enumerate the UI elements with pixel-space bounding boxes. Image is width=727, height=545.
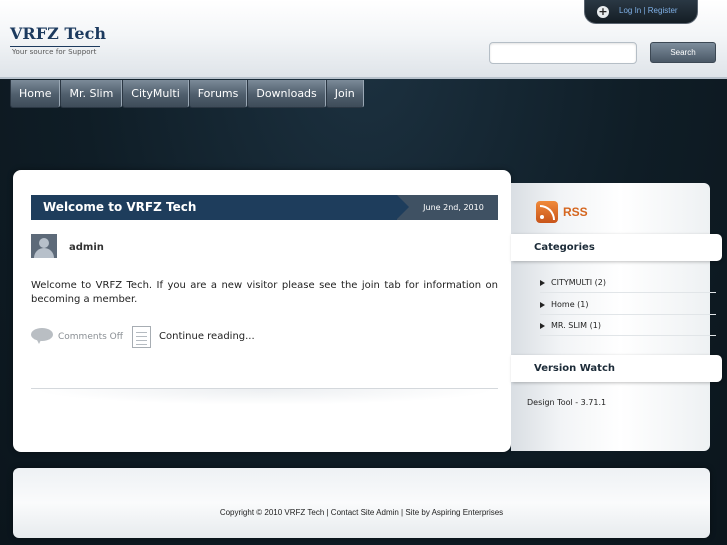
post-divider-shade <box>31 389 498 405</box>
category-item-mr-slim[interactable]: MR. SLIM (1) <box>540 316 716 336</box>
post-date: June 2nd, 2010 <box>397 195 498 220</box>
triangle-right-icon <box>540 322 545 329</box>
document-line <box>136 340 147 341</box>
version-text: Design Tool - 3.71.1 <box>527 398 607 407</box>
version-watch-heading: Version Watch <box>511 355 722 382</box>
user-avatar-icon <box>31 234 57 258</box>
post-title[interactable]: Welcome to VRFZ Tech <box>31 195 397 220</box>
category-count: (2) <box>594 278 606 287</box>
category-label: Home <box>551 300 575 309</box>
search-input[interactable] <box>489 42 637 64</box>
comments-status: Comments Off <box>58 332 123 342</box>
post-header-bar: Welcome to VRFZ Tech June 2nd, 2010 <box>31 195 498 220</box>
speech-bubble-icon <box>31 328 53 344</box>
plus-circle-icon[interactable]: + <box>597 6 609 18</box>
login-tab: + Log In | Register <box>584 0 698 24</box>
triangle-right-icon <box>540 279 545 286</box>
site-footer: Copyright © 2010 VRFZ Tech | Contact Sit… <box>13 468 710 538</box>
site-title[interactable]: VRFZ Tech <box>10 24 106 43</box>
post-body: Welcome to VRFZ Tech. If you are a new v… <box>31 280 498 305</box>
category-label: CITYMULTI <box>551 278 593 287</box>
login-register-link[interactable]: Log In | Register <box>619 6 678 15</box>
post-author: admin <box>69 242 104 253</box>
nav-item-downloads[interactable]: Downloads <box>247 80 326 108</box>
site-tagline: Your source for Support <box>12 48 97 56</box>
document-line <box>136 344 147 345</box>
nav-item-join[interactable]: Join <box>325 80 364 108</box>
nav-item-citymulti[interactable]: CityMulti <box>122 80 189 108</box>
document-line <box>136 332 147 333</box>
post-bar-arrow <box>397 195 409 219</box>
triangle-right-icon <box>540 301 545 308</box>
avatar-head <box>39 238 49 248</box>
nav-item-home[interactable]: Home <box>10 80 61 108</box>
category-count: (1) <box>589 321 601 330</box>
nav-item-mr-slim[interactable]: Mr. Slim <box>60 80 123 108</box>
main-nav: Home Mr. Slim CityMulti Forums Downloads… <box>10 80 364 108</box>
document-line <box>136 336 147 337</box>
footer-copyright: Copyright © 2010 VRFZ Tech | Contact Sit… <box>219 508 504 517</box>
category-count: (1) <box>577 300 589 309</box>
avatar-body <box>34 248 54 258</box>
search-button[interactable]: Search <box>650 42 716 63</box>
continue-reading-link[interactable]: Continue reading... <box>159 331 255 342</box>
nav-item-forums[interactable]: Forums <box>188 80 248 108</box>
site-header: VRFZ Tech Your source for Support + Log … <box>0 0 727 79</box>
category-item-home[interactable]: Home (1) <box>540 295 716 315</box>
rss-label[interactable]: RSS <box>563 205 588 219</box>
category-label: MR. SLIM <box>551 321 588 330</box>
main-content: Welcome to VRFZ Tech June 2nd, 2010 admi… <box>13 170 511 452</box>
categories-heading: Categories <box>511 234 722 261</box>
category-item-citymulti[interactable]: CITYMULTI (2) <box>540 273 716 293</box>
rss-feed-icon[interactable] <box>536 201 558 223</box>
logo-divider <box>10 46 100 47</box>
document-icon <box>132 326 151 348</box>
